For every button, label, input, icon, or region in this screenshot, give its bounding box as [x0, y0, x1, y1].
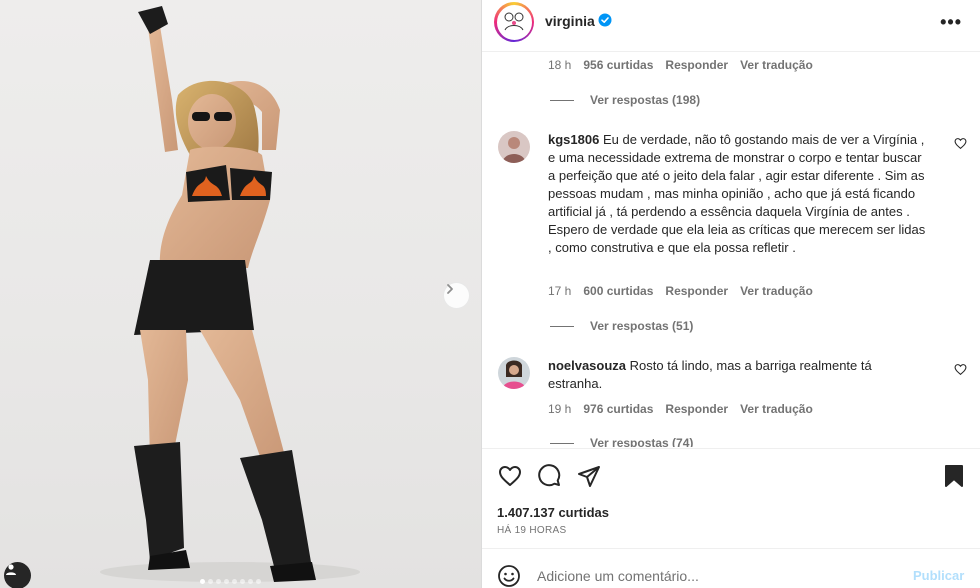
- comment-meta: 17 h 600 curtidas Responder Ver tradução: [548, 284, 825, 298]
- avatar: [496, 4, 532, 40]
- comment-username[interactable]: noelvasouza: [548, 358, 626, 373]
- emoji-icon[interactable]: [497, 564, 521, 588]
- commenter-avatar[interactable]: [498, 357, 530, 389]
- publish-button[interactable]: Publicar: [913, 568, 964, 583]
- carousel-dot: [216, 579, 221, 584]
- carousel-dot: [240, 579, 245, 584]
- translate-button[interactable]: Ver tradução: [740, 402, 813, 416]
- replies-divider: [550, 442, 574, 444]
- carousel-dot: [248, 579, 253, 584]
- comment-time: 19 h: [548, 402, 572, 416]
- carousel-next-button[interactable]: [443, 282, 470, 309]
- post-details-panel: virginia ••• 18 h 956 curtidas Responder…: [481, 0, 980, 588]
- carousel-dot: [224, 579, 229, 584]
- comment-likes[interactable]: 600 curtidas: [583, 284, 653, 298]
- view-replies-button[interactable]: Ver respostas (51): [550, 319, 693, 333]
- view-replies-button[interactable]: Ver respostas (74): [550, 436, 693, 447]
- replies-divider: [550, 325, 574, 327]
- comment-text: Eu de verdade, não tô gostando mais de v…: [548, 132, 926, 255]
- avatar-doodle-icon: [504, 12, 524, 31]
- carousel-dot: [232, 579, 237, 584]
- post-actions: 1.407.137 curtidas HÁ 19 HORAS: [482, 448, 980, 548]
- story-ring[interactable]: [494, 2, 534, 42]
- comment-body: noelvasouza Rosto tá lindo, mas a barrig…: [548, 357, 928, 393]
- more-options-button[interactable]: •••: [940, 12, 962, 33]
- comment-like-heart-icon[interactable]: [954, 137, 967, 150]
- send-icon[interactable]: [577, 464, 601, 488]
- comment-username[interactable]: kgs1806: [548, 132, 599, 147]
- comment-time: 17 h: [548, 284, 572, 298]
- carousel-dot: [256, 579, 261, 584]
- post-photo[interactable]: [0, 0, 481, 588]
- comment-likes[interactable]: 976 curtidas: [583, 402, 653, 416]
- view-replies-label: Ver respostas (74): [590, 436, 694, 447]
- carousel-dot: [200, 579, 205, 584]
- bookmark-filled-icon[interactable]: [943, 464, 965, 488]
- view-replies-label: Ver respostas (51): [590, 319, 694, 333]
- post-username[interactable]: virginia: [545, 13, 595, 29]
- comments-list[interactable]: 18 h 956 curtidas Responder Ver tradução…: [482, 53, 980, 447]
- commenter-avatar-image: [498, 357, 530, 389]
- commenter-avatar-image: [498, 131, 530, 163]
- chevron-right-icon: [447, 284, 453, 294]
- translate-button[interactable]: Ver tradução: [740, 284, 813, 298]
- view-replies-button[interactable]: Ver respostas (198): [550, 93, 700, 107]
- verified-badge-icon: [598, 13, 612, 27]
- post-header: virginia •••: [482, 0, 980, 52]
- reply-button[interactable]: Responder: [665, 58, 728, 72]
- reply-button[interactable]: Responder: [665, 284, 728, 298]
- likes-count[interactable]: 1.407.137 curtidas: [497, 505, 609, 520]
- comment-like-heart-icon[interactable]: [954, 363, 967, 376]
- add-comment-bar: Publicar: [482, 548, 980, 588]
- commenter-avatar[interactable]: [498, 131, 530, 163]
- comment-meta: 19 h 976 curtidas Responder Ver tradução: [548, 402, 825, 416]
- carousel-indicator: [200, 579, 261, 584]
- comment-meta: 18 h 956 curtidas Responder Ver tradução: [548, 58, 825, 72]
- view-replies-label: Ver respostas (198): [590, 93, 701, 107]
- comment-input[interactable]: [537, 563, 897, 588]
- comment-body: kgs1806 Eu de verdade, não tô gostando m…: [548, 131, 928, 257]
- translate-button[interactable]: Ver tradução: [740, 58, 813, 72]
- replies-divider: [550, 99, 574, 101]
- tagged-users-button[interactable]: [4, 562, 31, 588]
- reply-button[interactable]: Responder: [665, 402, 728, 416]
- carousel-dot: [208, 579, 213, 584]
- post-photo-figure: [100, 6, 360, 582]
- user-tag-icon: [6, 564, 16, 575]
- post-time: HÁ 19 HORAS: [497, 525, 567, 536]
- comment-likes[interactable]: 956 curtidas: [583, 58, 653, 72]
- comment-icon[interactable]: [537, 464, 561, 488]
- comment-time: 18 h: [548, 58, 572, 72]
- heart-icon[interactable]: [497, 464, 523, 488]
